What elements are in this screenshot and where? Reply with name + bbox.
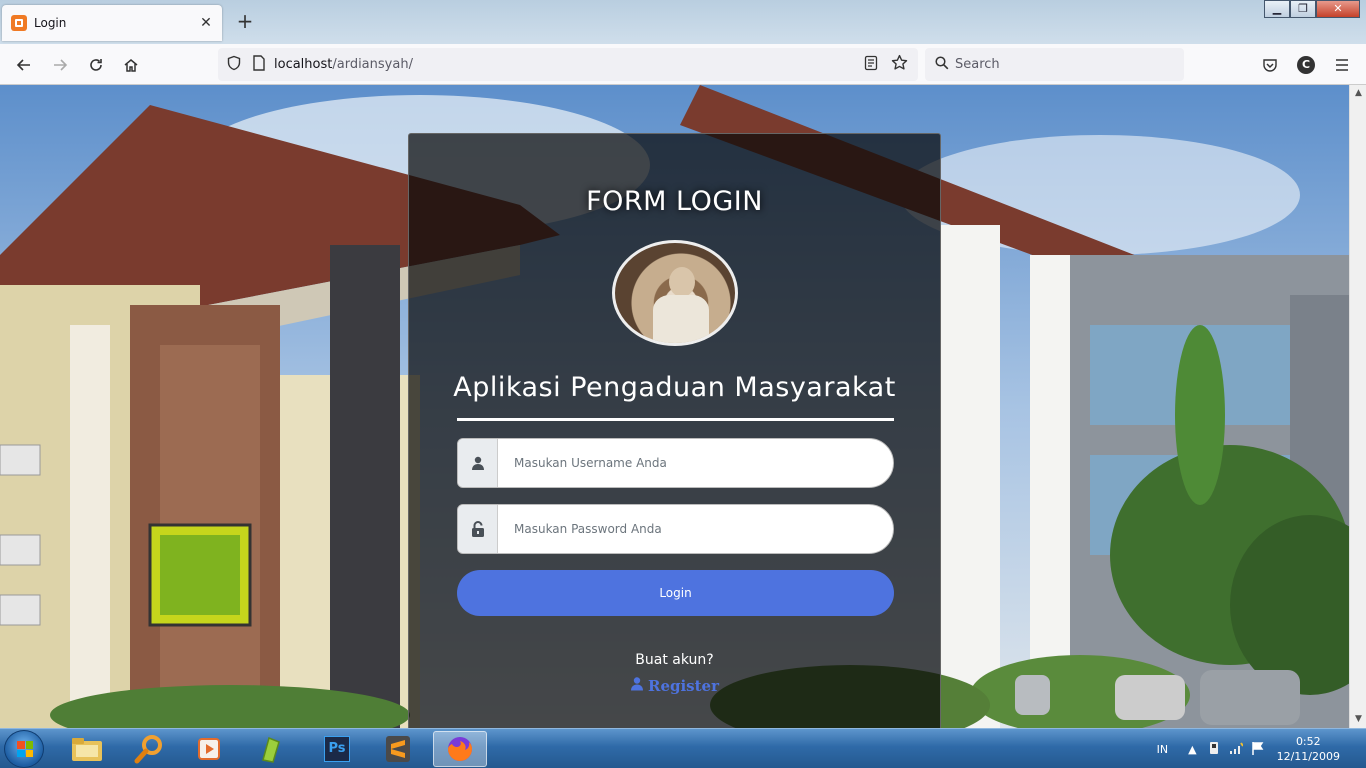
green-app-icon[interactable]: [244, 731, 298, 767]
reload-icon[interactable]: [83, 52, 109, 78]
file-explorer-icon[interactable]: [60, 731, 114, 767]
browser-tab-bar: Login ✕ + ▁ ❐ ✕: [0, 0, 1366, 44]
signup-prompt: Buat akun?: [635, 652, 714, 668]
unlock-icon: [458, 505, 498, 553]
url-host: localhost: [274, 57, 333, 72]
maximize-button[interactable]: ❐: [1290, 0, 1316, 18]
forward-arrow-icon[interactable]: [47, 52, 73, 78]
back-arrow-icon[interactable]: [11, 52, 37, 78]
windows-taskbar: Ps IN ▲ 0:52 12/11/2009: [0, 728, 1366, 768]
photoshop-label: Ps: [324, 736, 350, 762]
user-icon: [458, 439, 498, 487]
browser-tab-login[interactable]: Login ✕: [2, 5, 222, 41]
media-player-icon[interactable]: [183, 731, 237, 767]
username-input[interactable]: [498, 439, 893, 487]
shield-icon[interactable]: [226, 55, 242, 75]
network-icon[interactable]: [1229, 741, 1244, 758]
device-icon[interactable]: [1207, 741, 1221, 758]
bookmark-star-icon[interactable]: [891, 54, 908, 75]
login-button[interactable]: Login: [457, 570, 894, 616]
register-label: Register: [647, 676, 719, 695]
account-initial: C: [1297, 56, 1315, 74]
scroll-down-arrow-icon[interactable]: ▼: [1350, 711, 1366, 728]
page-scrollbar[interactable]: ▲ ▼: [1349, 85, 1366, 728]
form-heading: FORM LOGIN: [586, 186, 763, 217]
account-avatar[interactable]: C: [1293, 52, 1319, 78]
sublime-text-icon[interactable]: [371, 731, 425, 767]
search-magnifier-icon[interactable]: [122, 731, 176, 767]
register-link[interactable]: Register: [409, 676, 940, 695]
menu-hamburger-icon[interactable]: [1329, 52, 1355, 78]
tab-title: Login: [34, 16, 67, 30]
close-window-button[interactable]: ✕: [1316, 0, 1360, 18]
firefox-icon[interactable]: [433, 731, 487, 767]
home-icon[interactable]: [118, 52, 144, 78]
minimize-button[interactable]: ▁: [1264, 0, 1290, 18]
action-center-flag-icon[interactable]: [1251, 741, 1265, 758]
login-card: FORM LOGIN Aplikasi Pengaduan Masyarakat…: [408, 133, 941, 728]
page-icon: [252, 54, 266, 75]
profile-avatar: [612, 240, 738, 346]
clock-time: 0:52: [1295, 735, 1321, 748]
user-icon: [630, 676, 644, 695]
scroll-up-arrow-icon[interactable]: ▲: [1350, 85, 1366, 102]
photoshop-icon[interactable]: Ps: [310, 731, 364, 767]
reader-view-icon[interactable]: [864, 55, 878, 75]
url-path: /ardiansyah/: [332, 57, 413, 72]
clock-date: 12/11/2009: [1276, 750, 1340, 763]
avatar-body-shape: [653, 295, 709, 343]
clock[interactable]: 0:52 12/11/2009: [1277, 734, 1340, 764]
page-viewport: FORM LOGIN Aplikasi Pengaduan Masyarakat…: [0, 85, 1349, 728]
url-text[interactable]: localhost/ardiansyah/: [274, 57, 413, 72]
title-divider: [457, 418, 894, 421]
search-icon: [935, 55, 949, 74]
new-tab-plus-icon[interactable]: +: [234, 11, 256, 33]
password-input[interactable]: [498, 505, 893, 553]
username-field: [457, 438, 894, 488]
show-hidden-icons-arrow-icon[interactable]: ▲: [1188, 743, 1196, 756]
close-tab-icon[interactable]: ✕: [198, 15, 214, 31]
password-field: [457, 504, 894, 554]
browser-nav-bar: localhost/ardiansyah/ Search C: [0, 44, 1366, 85]
avatar-head-shape: [669, 267, 695, 297]
xampp-favicon-icon: [11, 15, 27, 31]
address-bar[interactable]: localhost/ardiansyah/: [218, 48, 918, 81]
windows-logo-icon: [17, 741, 33, 757]
system-tray: IN ▲ 0:52 12/11/2009: [1157, 729, 1366, 768]
start-button[interactable]: [4, 730, 44, 768]
app-title: Aplikasi Pengaduan Masyarakat: [453, 372, 896, 403]
search-bar[interactable]: Search: [925, 48, 1184, 81]
search-placeholder: Search: [955, 57, 1000, 72]
language-indicator[interactable]: IN: [1157, 743, 1168, 756]
window-controls: ▁ ❐ ✕: [1264, 0, 1360, 18]
pocket-icon[interactable]: [1257, 52, 1283, 78]
